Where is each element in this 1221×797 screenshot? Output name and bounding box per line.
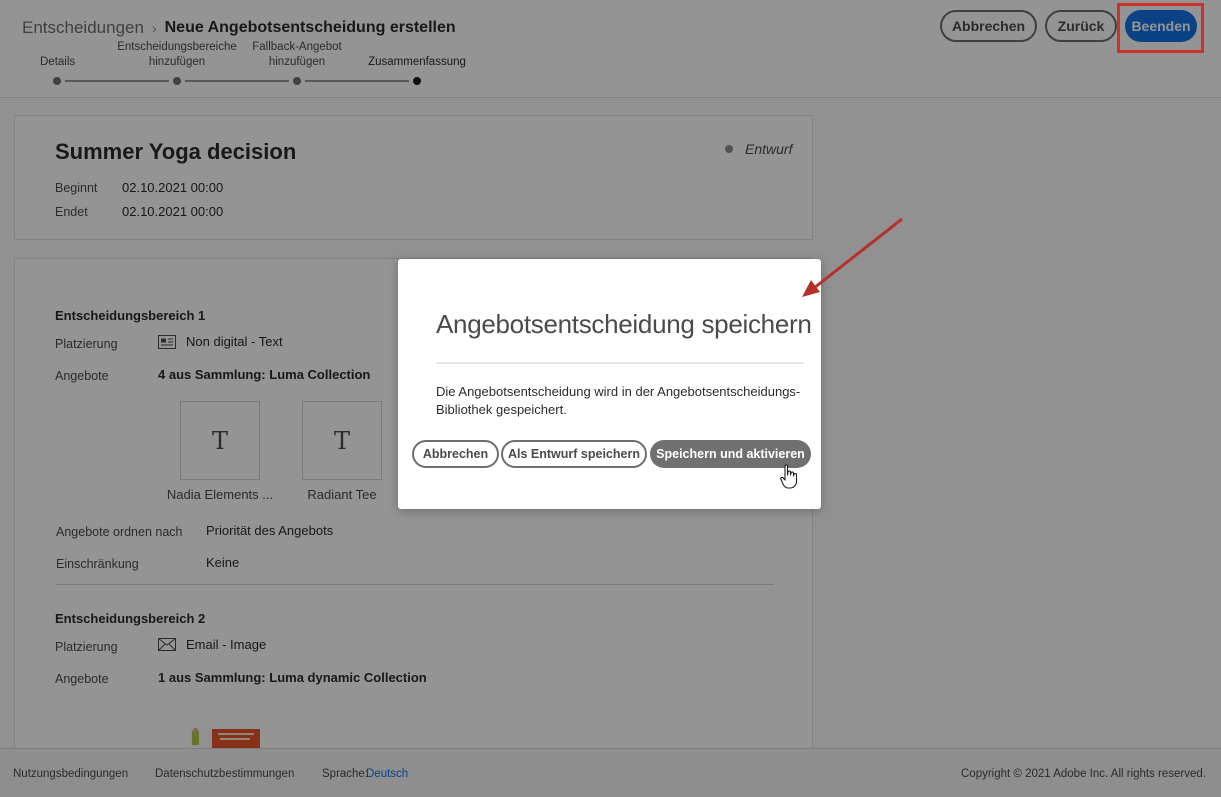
dialog-divider [436,362,804,364]
hand-cursor-icon [780,464,798,489]
save-draft-button[interactable]: Als Entwurf speichern [501,440,647,468]
dialog-cancel-button[interactable]: Abbrechen [412,440,499,468]
callout-highlight-box [1117,3,1204,53]
save-decision-dialog: Angebotsentscheidung speichern Die Angeb… [398,259,821,509]
dialog-title: Angebotsentscheidung speichern [436,309,812,339]
dialog-message: Die Angebotsentscheidung wird in der Ang… [436,384,801,417]
